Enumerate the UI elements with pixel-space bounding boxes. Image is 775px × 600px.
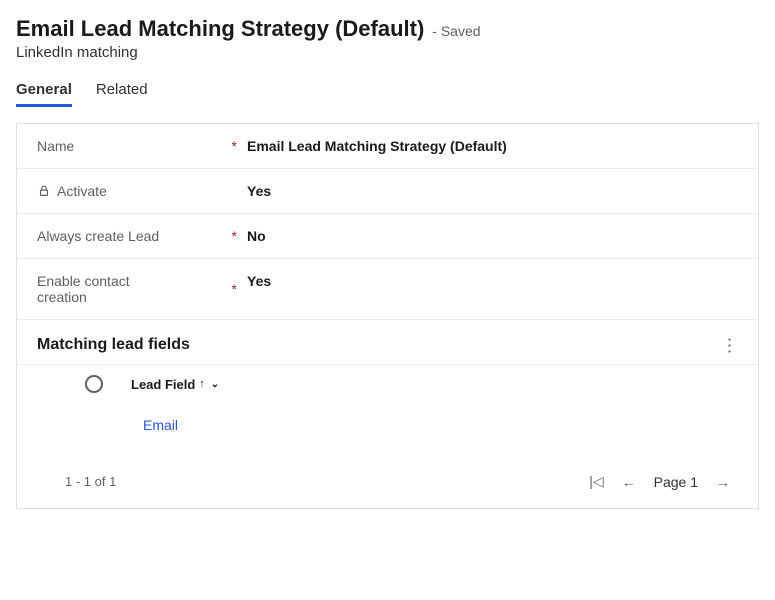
field-value-always-create-lead[interactable]: No	[247, 228, 738, 244]
lead-field-link[interactable]: Email	[143, 417, 178, 433]
field-row-name: Name * Email Lead Matching Strategy (Def…	[17, 124, 758, 169]
field-value-enable-contact-creation[interactable]: Yes	[247, 273, 738, 289]
field-value-activate[interactable]: Yes	[247, 183, 738, 199]
pager-count: 1 - 1 of 1	[65, 474, 116, 489]
tabs: General Related	[16, 81, 759, 107]
grid-header-row: Lead Field ↑ ⌄	[17, 365, 758, 403]
field-label-name: Name	[37, 138, 74, 154]
pager: 1 - 1 of 1 |◁ ← Page 1 →	[17, 449, 758, 508]
lock-icon	[37, 184, 51, 198]
save-status: - Saved	[432, 23, 480, 39]
pager-page-indicator: Page 1	[654, 474, 698, 490]
section-header-matching-lead-fields: Matching lead fields	[37, 336, 190, 354]
column-header-lead-field[interactable]: Lead Field ↑ ⌄	[131, 377, 219, 392]
chevron-down-icon: ⌄	[211, 379, 219, 390]
required-indicator: *	[232, 281, 237, 297]
field-label-always-create-lead: Always create Lead	[37, 228, 159, 244]
form-panel: Name * Email Lead Matching Strategy (Def…	[16, 123, 759, 509]
required-indicator: *	[232, 228, 237, 244]
field-label-enable-contact-creation: Enable contact creation	[37, 273, 177, 305]
column-header-label: Lead Field	[131, 377, 195, 392]
sort-ascending-icon: ↑	[199, 378, 205, 390]
required-indicator: *	[232, 138, 237, 154]
field-row-always-create-lead: Always create Lead * No	[17, 214, 758, 259]
field-row-enable-contact-creation: Enable contact creation * Yes	[17, 259, 758, 320]
field-row-activate: Activate Yes	[17, 169, 758, 214]
field-value-name[interactable]: Email Lead Matching Strategy (Default)	[247, 138, 738, 154]
pager-prev-button[interactable]: ←	[622, 474, 636, 490]
pager-first-button[interactable]: |◁	[589, 473, 603, 490]
page-title: Email Lead Matching Strategy (Default)	[16, 16, 424, 42]
section-header-row: Matching lead fields ⋯	[17, 320, 758, 365]
table-row[interactable]: Email	[17, 403, 758, 449]
field-label-activate: Activate	[57, 183, 107, 199]
select-all-checkbox[interactable]	[85, 375, 103, 393]
page-subtitle: LinkedIn matching	[16, 44, 759, 61]
pager-next-button[interactable]: →	[716, 474, 730, 490]
tab-general[interactable]: General	[16, 81, 72, 107]
more-options-button[interactable]: ⋯	[721, 337, 739, 354]
tab-related[interactable]: Related	[96, 81, 148, 107]
